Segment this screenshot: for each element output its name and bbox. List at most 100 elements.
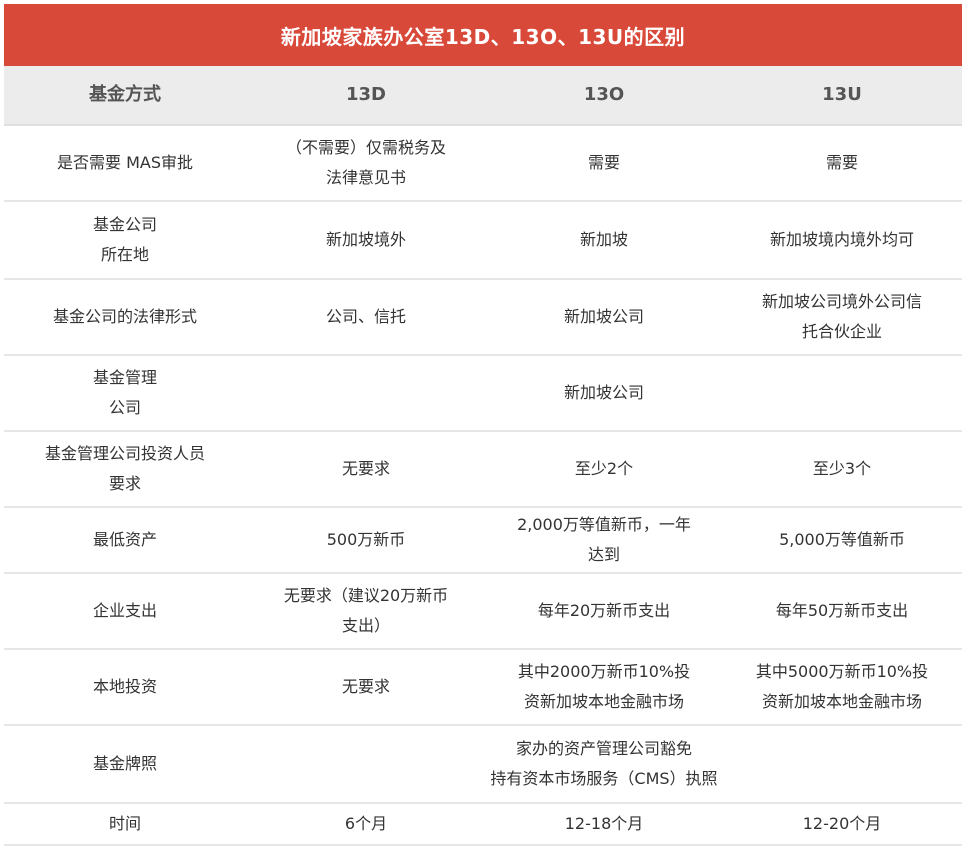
row-label-cell: 基金牌照 — [4, 725, 246, 804]
table-row: 最低资产 500万新币 2,000万等值新币，一年 达到 5,000万等值新币 — [4, 507, 962, 574]
cell-text-line: 12-20个月 — [802, 814, 882, 833]
table-row: 基金管理公司投资人员 要求 无要求 至少2个 至少3个 — [4, 431, 962, 508]
cell-text-line: 基金管理 — [92, 368, 157, 387]
cell-text-line: 至少2个 — [574, 459, 634, 478]
cell-text-line: 要求 — [108, 474, 141, 493]
comparison-page: 新加坡家族办公室13D、13O、13U的区别 基金方式 13D 13O 13U … — [0, 0, 966, 846]
cell-text-line: 其中2000万新币10%投 — [517, 662, 691, 681]
value-13d-cell: 新加坡境外 — [246, 201, 486, 280]
cell-text-line: 5,000万等值新币 — [779, 530, 905, 549]
header-13d: 13D — [246, 66, 486, 126]
header-13o: 13O — [486, 66, 722, 126]
cell-text-line: 无要求 — [341, 459, 390, 478]
table-header-row: 基金方式 13D 13O 13U — [4, 66, 962, 126]
cell-text-line: 需要 — [825, 153, 858, 172]
value-13o-cell: 其中2000万新币10%投 资新加坡本地金融市场 — [486, 649, 722, 726]
row-label-cell: 是否需要 MAS审批 — [4, 125, 246, 202]
cell-text-line: 本地投资 — [92, 677, 157, 696]
cell-text-line: 2,000万等值新币，一年 — [517, 515, 691, 534]
table-row: 是否需要 MAS审批 （不需要）仅需税务及 法律意见书 需要 需要 — [4, 125, 962, 202]
comparison-table: 基金方式 13D 13O 13U 是否需要 MAS审批 （不需要）仅需税务及 法律意… — [4, 66, 962, 846]
cell-text-line: 其中5000万新币10%投 — [755, 662, 929, 681]
value-13o-cell: 新加坡公司 — [486, 279, 722, 356]
cell-text-line: 新加坡境外 — [325, 230, 406, 249]
cell-text-line: 新加坡公司 — [563, 383, 644, 402]
cell-text-line: 新加坡 — [579, 230, 628, 249]
cell-text-line: 需要 — [587, 153, 620, 172]
value-13u-cell: 新加坡境内境外均可 — [722, 201, 962, 280]
value-13u-cell: 至少3个 — [722, 431, 962, 508]
cell-text-line: 持有资本市场服务（CMS）执照 — [490, 769, 718, 788]
header-label: 基金方式 — [4, 66, 246, 126]
cell-text-line: 6个月 — [344, 814, 388, 833]
value-13d-cell: 无要求 — [246, 649, 486, 726]
value-13u-cell: 需要 — [722, 125, 962, 202]
cell-text-line: 每年50万新币支出 — [775, 601, 909, 620]
table-body: 是否需要 MAS审批 （不需要）仅需税务及 法律意见书 需要 需要基金公司所在地 新加坡境… — [4, 125, 962, 846]
cell-text-line: 12-18个月 — [564, 814, 644, 833]
row-label-cell: 本地投资 — [4, 649, 246, 726]
value-13o-cell: 需要 — [486, 125, 722, 202]
table-row: 基金牌照 家办的资产管理公司豁免持有资本市场服务（CMS）执照 — [4, 725, 962, 804]
cell-text-line: 公司、信托 — [325, 307, 406, 326]
value-13u-cell: 新加坡公司境外公司信 托合伙企业 — [722, 279, 962, 356]
cell-text-line: 家办的资产管理公司豁免 — [515, 739, 692, 758]
cell-text-line: 资新加坡本地金融市场 — [523, 692, 684, 711]
value-13o-cell: 12-18个月 — [486, 803, 722, 846]
row-label-cell: 基金管理公司投资人员 要求 — [4, 431, 246, 508]
value-13d-cell: （不需要）仅需税务及 法律意见书 — [246, 125, 486, 202]
cell-text-line: 是否需要 MAS审批 — [57, 153, 193, 172]
cell-text-line: 所在地 — [100, 245, 149, 264]
row-label-cell: 时间 — [4, 803, 246, 846]
cell-text-line: 公司 — [108, 398, 141, 417]
cell-text-line: 达到 — [587, 545, 620, 564]
row-label-cell: 最低资产 — [4, 507, 246, 574]
value-13u-cell: 其中5000万新币10%投 资新加坡本地金融市场 — [722, 649, 962, 726]
value-13u-cell: 每年50万新币支出 — [722, 573, 962, 650]
cell-text-line: 最低资产 — [92, 530, 157, 549]
cell-text-line: （不需要）仅需税务及 — [285, 138, 446, 157]
value-13d-cell: 无要求（建议20万新币 支出） — [246, 573, 486, 650]
value-13u-cell: 5,000万等值新币 — [722, 507, 962, 574]
cell-text-line: 支出） — [341, 616, 390, 635]
table-row: 基金管理公司 新加坡公司 — [4, 355, 962, 432]
value-13d-cell: 无要求 — [246, 431, 486, 508]
title-banner: 新加坡家族办公室13D、13O、13U的区别 — [4, 4, 962, 66]
value-13u-cell: 12-20个月 — [722, 803, 962, 846]
table-row: 企业支出 无要求（建议20万新币 支出） 每年20万新币支出 每年50万新币支出 — [4, 573, 962, 650]
value-13o-cell: 2,000万等值新币，一年 达到 — [486, 507, 722, 574]
table-row: 基金公司的法律形式 公司、信托 新加坡公司 新加坡公司境外公司信 托合伙企业 — [4, 279, 962, 356]
cell-text-line: 企业支出 — [92, 601, 157, 620]
page-title: 新加坡家族办公室13D、13O、13U的区别 — [280, 24, 686, 49]
cell-text-line: 新加坡公司境外公司信 — [761, 292, 922, 311]
value-13d-cell: 6个月 — [246, 803, 486, 846]
row-label-cell: 基金公司的法律形式 — [4, 279, 246, 356]
cell-text-line: 基金公司的法律形式 — [52, 307, 197, 326]
table-row: 本地投资 无要求 其中2000万新币10%投 资新加坡本地金融市场 其中5000万新币1… — [4, 649, 962, 726]
cell-text-line: 无要求（建议20万新币 — [283, 586, 449, 605]
row-label-cell: 基金管理 公司 — [4, 355, 246, 432]
value-13d-cell: 公司、信托 — [246, 279, 486, 356]
cell-text-line: 新加坡公司 — [563, 307, 644, 326]
header-13u: 13U — [722, 66, 962, 126]
cell-text-line: 法律意见书 — [325, 168, 406, 187]
cell-text-line: 时间 — [108, 814, 141, 833]
table-row: 时间 6个月 12-18个月 12-20个月 — [4, 803, 962, 846]
cell-text-line: 500万新币 — [326, 530, 406, 549]
value-13o-cell: 至少2个 — [486, 431, 722, 508]
merged-value-cell: 家办的资产管理公司豁免持有资本市场服务（CMS）执照 — [246, 725, 962, 804]
cell-text-line: 基金管理公司投资人员 — [44, 444, 205, 463]
cell-text-line: 托合伙企业 — [801, 322, 882, 341]
cell-text-line: 无要求 — [341, 677, 390, 696]
cell-text-line: 基金公司 — [92, 215, 157, 234]
cell-text-line: 每年20万新币支出 — [537, 601, 671, 620]
merged-value-cell: 新加坡公司 — [246, 355, 962, 432]
value-13o-cell: 新加坡 — [486, 201, 722, 280]
cell-text-line: 至少3个 — [812, 459, 872, 478]
cell-text-line: 新加坡境内境外均可 — [769, 230, 914, 249]
cell-text-line: 资新加坡本地金融市场 — [761, 692, 922, 711]
row-label-cell: 基金公司 所在地 — [4, 201, 246, 280]
value-13o-cell: 每年20万新币支出 — [486, 573, 722, 650]
cell-text-line: 基金牌照 — [92, 754, 157, 773]
row-label-cell: 企业支出 — [4, 573, 246, 650]
